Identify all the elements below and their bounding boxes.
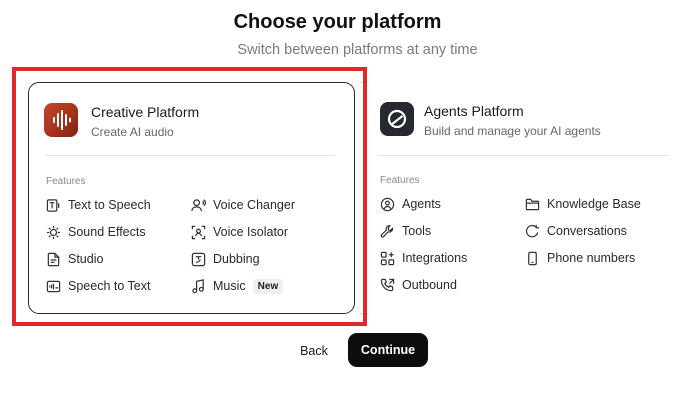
platform-card-creative[interactable]: Creative Platform Create AI audio Featur… (28, 82, 355, 314)
feature-speech-to-text: Speech to Text (46, 277, 150, 295)
feature-agents: Agents (380, 195, 441, 213)
feature-label: Conversations (547, 224, 627, 238)
sound-effects-icon (46, 225, 61, 239)
feature-voice-changer: Voice Changer (191, 196, 295, 214)
feature-outbound: Outbound (380, 276, 457, 294)
feature-voice-isolator: Voice Isolator (191, 223, 288, 241)
platform-description: Create AI audio (91, 125, 174, 139)
voice-isolator-icon (191, 225, 206, 239)
agents-icon (380, 197, 395, 211)
feature-label: Phone numbers (547, 251, 636, 265)
feature-label: Text to Speech (68, 198, 151, 212)
feature-label: Voice Changer (213, 198, 296, 212)
waveform-icon (44, 103, 78, 137)
feature-phone-numbers: Phone numbers (525, 249, 635, 267)
feature-label: Dubbing (213, 252, 260, 266)
continue-button[interactable]: Continue (348, 333, 428, 367)
feature-tools: Tools (380, 222, 431, 240)
platform-name: Creative Platform (91, 104, 200, 120)
feature-label: Knowledge Base (547, 197, 641, 211)
outbound-icon (380, 278, 395, 291)
feature-dubbing: Dubbing (191, 250, 260, 268)
studio-icon (47, 252, 60, 266)
feature-conversations: Conversations (525, 222, 627, 240)
features-label: Features (46, 176, 86, 187)
platform-name: Agents Platform (424, 103, 524, 119)
voice-changer-icon (191, 198, 206, 211)
features-label: Features (380, 175, 420, 186)
platform-description: Build and manage your AI agents (424, 124, 601, 138)
feature-label: Music (213, 279, 246, 293)
back-button[interactable]: Back (289, 340, 339, 362)
conversations-icon (525, 224, 540, 237)
agents-logo-icon (380, 102, 414, 136)
card-divider (46, 155, 335, 156)
feature-music: Music New (191, 277, 284, 295)
feature-label: Tools (402, 224, 432, 238)
feature-label: Agents (402, 197, 441, 211)
page-title: Choose your platform (233, 11, 442, 33)
dubbing-icon (191, 252, 206, 266)
platform-card-agents[interactable]: Agents Platform Build and manage your AI… (369, 82, 675, 314)
feature-text-to-speech: Text to Speech (46, 196, 151, 214)
feature-label: Outbound (402, 278, 457, 292)
feature-label: Sound Effects (68, 225, 146, 239)
feature-label: Studio (68, 252, 104, 266)
feature-label: Integrations (402, 251, 468, 265)
integrations-icon (380, 251, 395, 265)
feature-studio: Studio (46, 250, 103, 268)
page-subtitle: Switch between platforms at any time (237, 42, 478, 58)
feature-sound-effects: Sound Effects (46, 223, 146, 241)
text-to-speech-icon (46, 198, 60, 212)
tools-icon (380, 224, 394, 238)
phone-numbers-icon (528, 251, 537, 265)
feature-knowledge-base: Knowledge Base (525, 195, 641, 213)
new-badge: New (252, 278, 284, 294)
card-divider (377, 155, 669, 156)
feature-integrations: Integrations (380, 249, 467, 267)
knowledge-base-icon (525, 198, 540, 210)
speech-to-text-icon (46, 280, 61, 292)
feature-label: Speech to Text (68, 279, 151, 293)
feature-label: Voice Isolator (213, 225, 289, 239)
music-icon (192, 278, 204, 293)
